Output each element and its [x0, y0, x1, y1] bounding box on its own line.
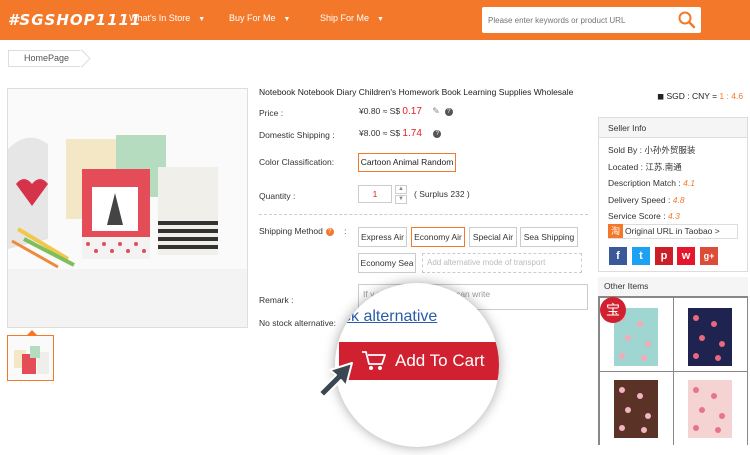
seller-delivery-speed: Delivery Speed : 4.8: [608, 195, 685, 205]
delivery-label: Delivery Speed :: [608, 195, 673, 205]
description-value: 4.1: [683, 178, 695, 188]
thumbnail-photo: [8, 336, 53, 380]
shipping-method-text: Shipping Method: [259, 226, 323, 236]
add-transport-mode[interactable]: Add alternative mode of transport: [422, 253, 582, 273]
mouse-pointer-icon: [318, 362, 353, 398]
treasure-badge-icon: 宝: [600, 297, 626, 323]
price-label: Price :: [259, 108, 284, 118]
shipping-colon: :: [344, 226, 347, 236]
quantity-label: Quantity :: [259, 191, 296, 201]
nav-label: Buy For Me: [229, 13, 276, 23]
product-title: Notebook Notebook Diary Children's Homew…: [259, 87, 574, 97]
magnifier-overlay: ck alternative Add To Cart: [335, 283, 499, 447]
price-value: ¥0.80 ≈ S$ 0.17 ✎?: [359, 106, 453, 117]
nav-label: Ship For Me: [320, 13, 370, 23]
taobao-link[interactable]: 淘 Original URL in Taobao >: [608, 224, 738, 239]
chevron-down-icon: ▼: [198, 16, 206, 23]
remark-label: Remark :: [259, 295, 294, 305]
service-label: Service Score :: [608, 211, 668, 221]
shipping-option-economy-air[interactable]: Economy Air: [411, 227, 465, 247]
cart-icon: [362, 351, 386, 370]
facebook-icon[interactable]: f: [609, 247, 627, 265]
surplus-count: ( Surplus 232 ): [414, 189, 470, 199]
nav-whats-in-store[interactable]: What's In Store ▼: [129, 13, 205, 23]
taobao-link-text: Original URL in Taobao >: [625, 226, 720, 236]
help-icon[interactable]: ?: [444, 107, 453, 116]
domestic-shipping-value: ¥8.00 ≈ S$ 1.74 ?: [359, 128, 442, 139]
quantity-down-icon[interactable]: ▼: [395, 195, 407, 204]
nav-buy-for-me[interactable]: Buy For Me ▼: [229, 13, 290, 23]
breadcrumb-home[interactable]: HomePage: [24, 53, 69, 63]
help-icon[interactable]: ?: [433, 129, 442, 138]
exchange-rate: ◼ SGD : CNY = 1 : 4.6: [657, 91, 743, 102]
domestic-cny: ¥8.00 ≈ S$: [359, 128, 403, 138]
twitter-icon[interactable]: t: [632, 247, 650, 265]
other-items-header: Other Items: [598, 277, 748, 296]
domestic-shipping-label: Domestic Shipping :: [259, 130, 335, 140]
speaker-icon: ◼: [657, 91, 665, 101]
add-to-cart-button[interactable]: Add To Cart: [339, 342, 499, 380]
chevron-down-icon: ▼: [283, 16, 291, 23]
search-input[interactable]: [488, 10, 668, 30]
product-main-image: [7, 88, 248, 328]
exchange-rate-label: SGD : CNY =: [666, 91, 720, 101]
nav-ship-for-me[interactable]: Ship For Me ▼: [320, 13, 384, 23]
top-bar: #SGSHOP1111 What's In Store ▼ Buy For Me ▼…: [0, 0, 750, 40]
delivery-value: 4.8: [672, 195, 685, 205]
nav-label: What's In Store: [129, 13, 191, 23]
divider: [259, 214, 588, 215]
google-plus-icon[interactable]: g+: [700, 247, 718, 265]
chevron-down-icon: ▼: [377, 16, 384, 23]
quantity-input[interactable]: 1: [358, 185, 392, 203]
pencil-icon[interactable]: ✎: [432, 106, 440, 117]
seller-located: Located : 江苏.南通: [608, 162, 682, 172]
breadcrumb[interactable]: HomePage: [8, 50, 82, 67]
color-option-selected[interactable]: Cartoon Animal Random: [358, 153, 456, 172]
shipping-option-sea-shipping[interactable]: Sea Shipping: [520, 227, 578, 247]
notebook-thumbnail: [600, 372, 673, 445]
other-item[interactable]: [600, 372, 673, 445]
notebooks-photo: [8, 89, 247, 327]
service-value: 4.3: [668, 211, 680, 221]
pinterest-icon[interactable]: p: [655, 247, 673, 265]
shipping-option-economy-sea[interactable]: Economy Sea: [358, 253, 416, 273]
other-item[interactable]: [674, 372, 747, 445]
exchange-rate-value: 1 : 4.6: [719, 91, 744, 101]
seller-info-header: Seller Info: [599, 118, 747, 138]
no-stock-label: No stock alternative:: [259, 318, 337, 328]
shipping-option-special-air[interactable]: Special Air: [469, 227, 517, 247]
search-bar: [482, 7, 701, 33]
quantity-up-icon[interactable]: ▲: [395, 185, 407, 194]
seller-description-match: Description Match : 4.1: [608, 178, 695, 188]
price-sgd: 0.17: [402, 106, 422, 117]
product-thumbnail[interactable]: [7, 335, 54, 381]
no-stock-alternative-link[interactable]: ck alternative: [343, 308, 437, 326]
color-classification-label: Color Classification:: [259, 157, 335, 167]
help-icon[interactable]: ?: [325, 227, 334, 236]
weibo-icon[interactable]: w: [677, 247, 695, 265]
shipping-method-label: Shipping Method? :: [259, 226, 347, 236]
seller-service-score: Service Score : 4.3: [608, 211, 680, 221]
site-logo[interactable]: #SGSHOP1111: [8, 11, 141, 29]
description-label: Description Match :: [608, 178, 684, 188]
seller-sold-by: Sold By : 小孙外贸服装: [608, 145, 696, 155]
other-item[interactable]: [674, 298, 747, 371]
taobao-icon: 淘: [608, 224, 623, 238]
other-items-panel: Other Items 宝: [598, 277, 748, 445]
shipping-option-express-air[interactable]: Express Air: [358, 227, 407, 247]
search-icon[interactable]: [677, 10, 697, 30]
add-to-cart-label: Add To Cart: [395, 351, 485, 370]
domestic-sgd: 1.74: [402, 128, 422, 139]
notebook-thumbnail: [674, 298, 747, 371]
notebook-thumbnail: [674, 372, 747, 445]
price-cny: ¥0.80 ≈ S$: [359, 106, 403, 116]
